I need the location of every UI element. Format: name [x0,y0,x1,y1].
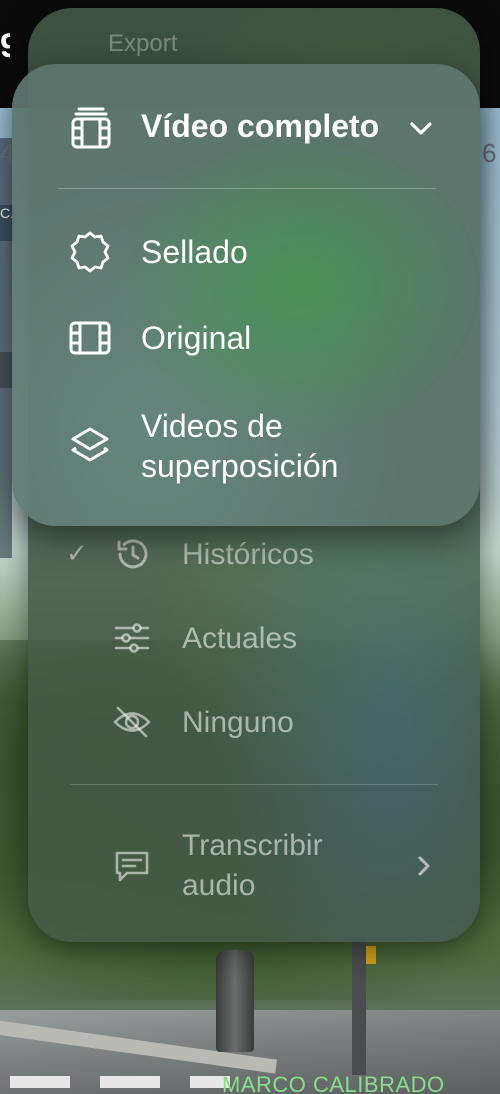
right-edge-number: 6 [482,138,497,168]
top-left-glyph: 9 [0,28,10,64]
calibration-label: MARCO CALIBRADO [222,1072,445,1094]
layers-icon [71,427,109,462]
caption-bubble-icon [115,851,149,882]
eye-slash-icon [113,706,151,738]
menu-item-label: Históricos [182,538,314,571]
sign-post [352,930,366,1075]
transcribe-label: Transcribir audio [182,826,323,906]
menu-item-ninguno[interactable]: Ninguno [28,688,480,758]
film-stack-icon [71,107,111,149]
menu-item-label: Ninguno [182,706,294,739]
chevron-down-icon [410,122,432,135]
left-edge-tab [0,352,12,388]
chevron-right-icon [418,856,430,876]
header-title: Vídeo completo [141,108,380,144]
sliders-icon [114,623,150,653]
crosswalk [10,1076,230,1088]
menu-item-label: Videos de superposición [141,406,338,486]
sign-plate [366,946,376,964]
film-icon [69,321,111,355]
left-edge-strip [0,138,12,558]
menu-item-label-line2: superposición [141,448,339,484]
export-title: Export [108,30,178,57]
menu-divider [70,784,438,785]
transcribe-line2: audio [182,869,256,902]
menu-item-label: Sellado [141,234,248,270]
menu-item-actuales[interactable]: Actuales [28,604,480,674]
seal-badge-icon [70,231,110,273]
menu-item-label: Actuales [182,622,298,655]
bollard [216,950,254,1052]
video-scope-selector[interactable]: Vídeo completo [12,64,480,188]
menu-item-label: Original [141,320,252,356]
transcribe-line1: Transcribir [182,829,323,862]
menu-item-sellado[interactable]: Sellado [12,224,480,294]
menu-item-historicos[interactable]: ✓ Históricos [28,520,480,590]
menu-item-videos-superposicion[interactable]: Videos de superposición [12,404,480,494]
checkmark-icon: ✓ [66,538,88,568]
video-export-menu: Vídeo completo Sellado Original Videos d… [12,64,480,526]
menu-divider [58,188,436,189]
menu-item-original[interactable]: Original [12,312,480,382]
menu-item-label-line1: Videos de [141,408,283,444]
history-clock-icon [117,539,148,569]
